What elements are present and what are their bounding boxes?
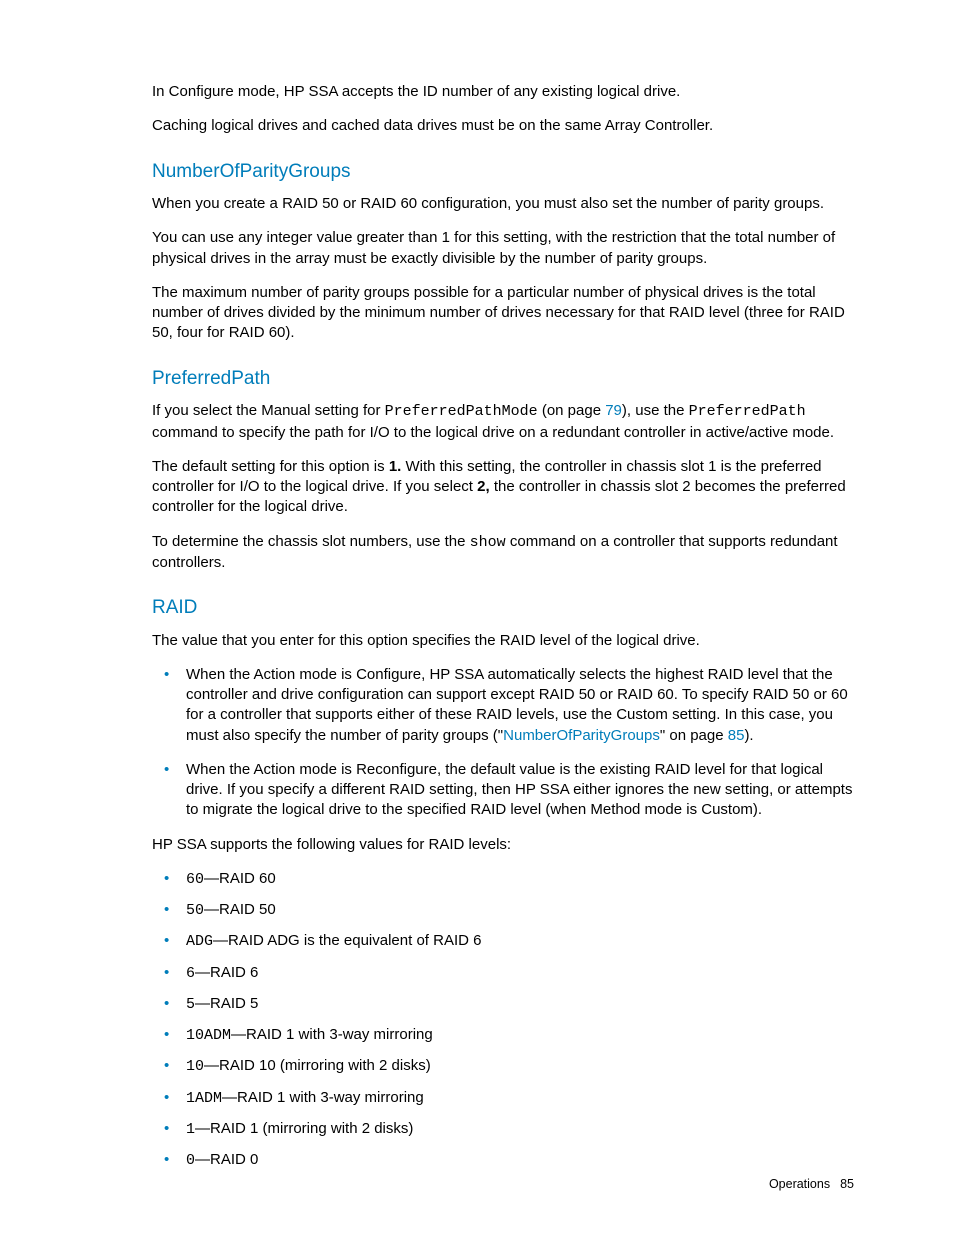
text: To determine the chassis slot numbers, u… — [152, 533, 470, 550]
footer-page-number: 85 — [840, 1177, 854, 1191]
sec1-para-3: The maximum number of parity groups poss… — [152, 283, 854, 344]
text: command to specify the path for I/O to t… — [152, 424, 834, 441]
text: ), use the — [622, 402, 689, 419]
raid-desc: —RAID 60 — [204, 870, 276, 887]
page-footer: Operations 85 — [769, 1176, 854, 1193]
list-item: When the Action mode is Reconfigure, the… — [152, 760, 854, 821]
list-item: 6—RAID 6 — [152, 963, 854, 984]
code-preferredpath: PreferredPath — [689, 403, 806, 420]
sec2-para-2: The default setting for this option is 1… — [152, 457, 854, 518]
sec2-para-1: If you select the Manual setting for Pre… — [152, 401, 854, 443]
raid-code: 6 — [186, 965, 195, 982]
text: (on page — [538, 402, 606, 419]
list-item: 60—RAID 60 — [152, 869, 854, 890]
sec3-para-1: The value that you enter for this option… — [152, 631, 854, 651]
raid-code: 10ADM — [186, 1027, 231, 1044]
sec1-para-1: When you create a RAID 50 or RAID 60 con… — [152, 194, 854, 214]
raid-code: 1 — [186, 1121, 195, 1138]
raid-desc: —RAID 10 (mirroring with 2 disks) — [204, 1057, 431, 1074]
raid-desc: —RAID 0 — [195, 1151, 258, 1168]
list-item: ADG—RAID ADG is the equivalent of RAID 6 — [152, 931, 854, 952]
code-preferredpathmode: PreferredPathMode — [385, 403, 538, 420]
raid-code: 60 — [186, 871, 204, 888]
sec2-para-3: To determine the chassis slot numbers, u… — [152, 532, 854, 574]
list-item: 5—RAID 5 — [152, 994, 854, 1015]
sec1-para-2: You can use any integer value greater th… — [152, 228, 854, 269]
intro-para-1: In Configure mode, HP SSA accepts the ID… — [152, 82, 854, 102]
list-item: When the Action mode is Configure, HP SS… — [152, 665, 854, 746]
page-link-79[interactable]: 79 — [605, 402, 622, 419]
list-item: 50—RAID 50 — [152, 900, 854, 921]
list-item: 0—RAID 0 — [152, 1150, 854, 1171]
text: The default setting for this option is — [152, 458, 389, 475]
text: If you select the Manual setting for — [152, 402, 385, 419]
list-item: 10ADM—RAID 1 with 3-way mirroring — [152, 1025, 854, 1046]
raid-code: 1ADM — [186, 1090, 222, 1107]
footer-section: Operations — [769, 1177, 830, 1191]
raid-code: 5 — [186, 996, 195, 1013]
raid-desc: —RAID 1 with 3-way mirroring — [222, 1089, 424, 1106]
link-numberofparitygroups[interactable]: NumberOfParityGroups — [503, 727, 660, 744]
heading-raid: RAID — [152, 595, 854, 621]
raid-code: 0 — [186, 1152, 195, 1169]
heading-numberofparitygroups: NumberOfParityGroups — [152, 159, 854, 185]
raid-code: ADG — [186, 933, 213, 950]
page-content: In Configure mode, HP SSA accepts the ID… — [0, 0, 954, 1235]
heading-preferredpath: PreferredPath — [152, 366, 854, 392]
raid-desc: —RAID 1 with 3-way mirroring — [231, 1026, 433, 1043]
raid-code: 10 — [186, 1058, 204, 1075]
bold-1: 1. — [389, 458, 402, 475]
list-item: 1ADM—RAID 1 with 3-way mirroring — [152, 1088, 854, 1109]
sec3-para-2: HP SSA supports the following values for… — [152, 835, 854, 855]
raid-mode-list: When the Action mode is Configure, HP SS… — [152, 665, 854, 821]
raid-desc: —RAID 6 — [195, 964, 258, 981]
text: ). — [744, 727, 753, 744]
bold-2: 2, — [477, 478, 490, 495]
raid-desc: —RAID ADG is the equivalent of RAID 6 — [213, 932, 481, 949]
raid-desc: —RAID 50 — [204, 901, 276, 918]
list-item: 10—RAID 10 (mirroring with 2 disks) — [152, 1056, 854, 1077]
raid-desc: —RAID 5 — [195, 995, 258, 1012]
code-show: show — [470, 534, 506, 551]
page-link-85[interactable]: 85 — [728, 727, 745, 744]
list-item: 1—RAID 1 (mirroring with 2 disks) — [152, 1119, 854, 1140]
raid-desc: —RAID 1 (mirroring with 2 disks) — [195, 1120, 413, 1137]
raid-levels-list: 60—RAID 60 50—RAID 50 ADG—RAID ADG is th… — [152, 869, 854, 1172]
text: " on page — [660, 727, 728, 744]
raid-code: 50 — [186, 902, 204, 919]
intro-para-2: Caching logical drives and cached data d… — [152, 116, 854, 136]
